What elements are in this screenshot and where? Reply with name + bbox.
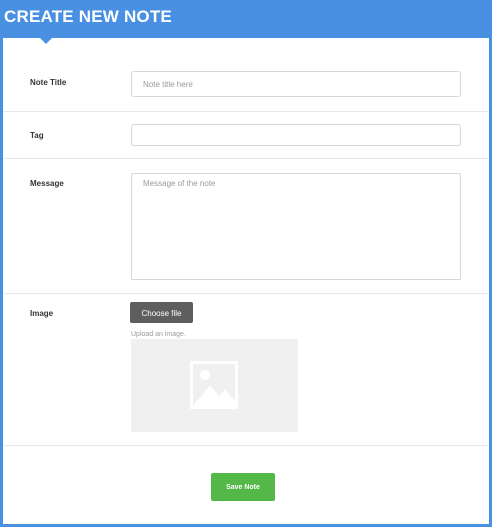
header-caret	[40, 38, 52, 44]
page-title: CREATE NEW NOTE	[4, 7, 172, 26]
choose-file-button[interactable]: Choose file	[130, 302, 193, 323]
note-title-label: Note Title	[30, 78, 67, 87]
upload-help-text: Upload an image.	[131, 331, 186, 338]
note-title-input[interactable]	[131, 71, 461, 97]
header-bar: CREATE NEW NOTE	[3, 0, 489, 38]
tag-input[interactable]	[131, 124, 461, 146]
save-note-button[interactable]: Save Note	[211, 473, 275, 501]
image-label: Image	[30, 309, 54, 318]
divider	[3, 158, 489, 159]
create-note-panel: CREATE NEW NOTE Note Title Tag Message I…	[0, 0, 492, 527]
image-placeholder-icon	[190, 361, 238, 409]
divider	[3, 293, 489, 294]
divider	[3, 445, 489, 446]
message-textarea[interactable]	[131, 173, 461, 280]
message-label: Message	[30, 179, 64, 188]
image-preview	[131, 339, 298, 432]
divider	[3, 111, 489, 112]
tag-label: Tag	[30, 131, 44, 140]
